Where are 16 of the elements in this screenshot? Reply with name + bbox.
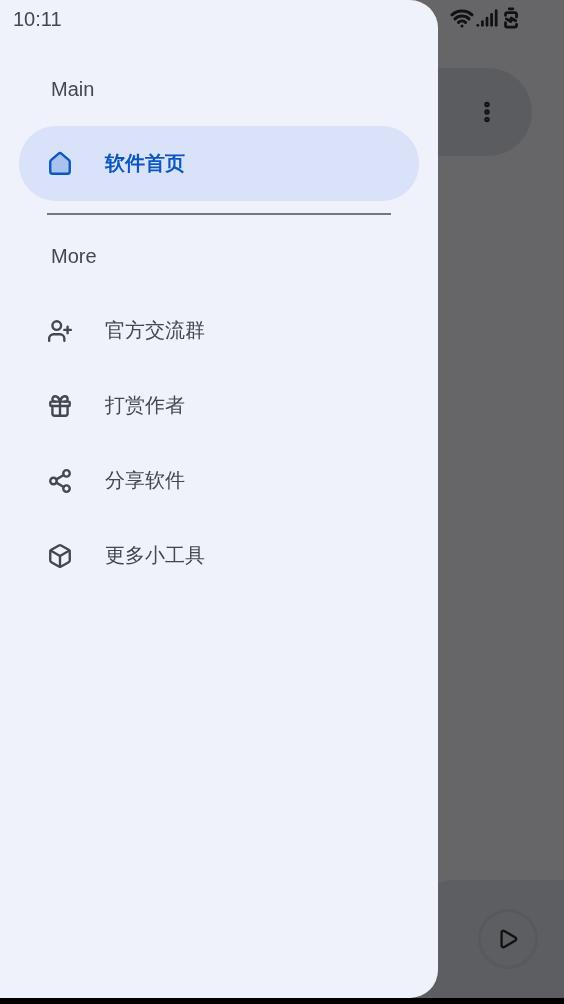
gift-icon	[47, 392, 73, 419]
drawer-item[interactable]: 分享软件	[19, 443, 419, 518]
house-icon	[47, 150, 73, 177]
signal-icon	[476, 7, 498, 29]
status-time: 10:11	[13, 8, 62, 31]
person-add-icon	[47, 317, 73, 344]
section-title: More	[50, 243, 98, 269]
cube-icon	[47, 542, 73, 569]
play-button[interactable]	[478, 909, 538, 969]
share-icon	[47, 467, 73, 494]
drawer-item[interactable]: 更多小工具	[19, 518, 419, 593]
drawer-item[interactable]: 软件首页	[19, 126, 419, 201]
section-title: Main	[50, 76, 96, 102]
drawer-item[interactable]: 打赏作者	[19, 368, 419, 443]
drawer-item[interactable]: 官方交流群	[19, 293, 419, 368]
play-icon	[497, 928, 519, 950]
